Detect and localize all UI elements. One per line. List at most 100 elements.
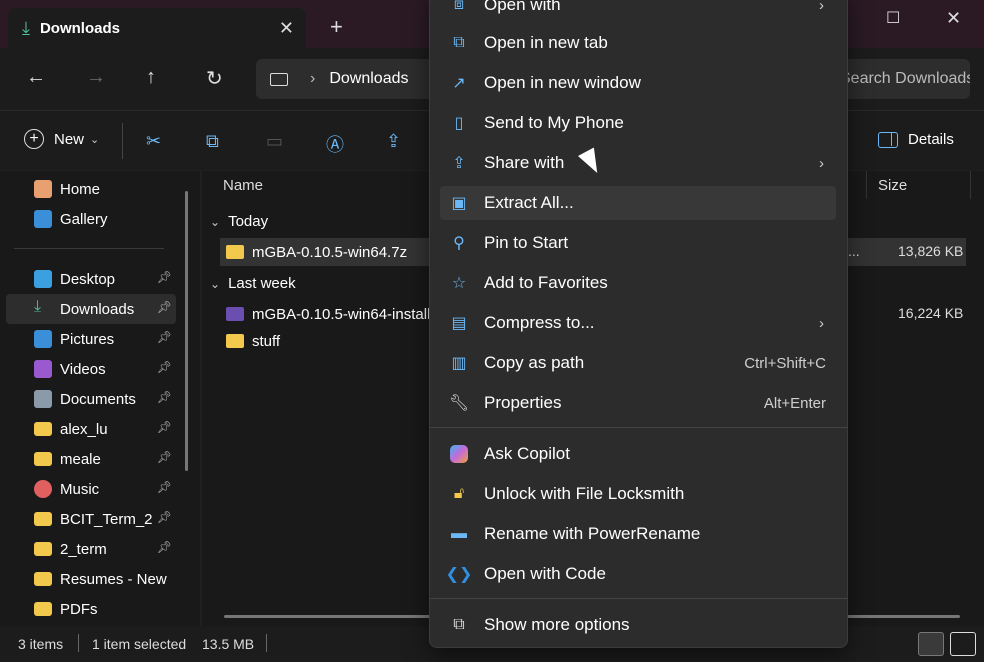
sidebar-item-label: PDFs	[60, 600, 98, 618]
breadcrumb[interactable]: Downloads	[329, 70, 408, 88]
sidebar-item-alex-lu[interactable]: alex_lu 📌︎	[6, 414, 176, 444]
menu-item-power-rename[interactable]: ▬ Rename with PowerRename	[440, 517, 836, 551]
menu-item-compress-to[interactable]: ▤ Compress to... ›	[440, 306, 836, 340]
sidebar-item-documents[interactable]: Documents 📌︎	[6, 384, 176, 414]
address-bar[interactable]: › Downloads	[256, 59, 436, 99]
menu-item-add-to-favorites[interactable]: ☆ Add to Favorites	[440, 266, 836, 300]
menu-item-open-in-new-tab[interactable]: ⧉ Open in new tab	[440, 26, 836, 60]
menu-item-copy-as-path[interactable]: ▥ Copy as path Ctrl+Shift+C	[440, 346, 836, 380]
folder-icon	[34, 602, 52, 616]
menu-item-ask-copilot[interactable]: Ask Copilot	[440, 437, 836, 471]
new-label: New	[54, 130, 85, 148]
menu-item-file-locksmith[interactable]: 🔓︎ Unlock with File Locksmith	[440, 477, 836, 511]
maximize-button[interactable]: ☐	[886, 8, 900, 28]
open-with-icon: ⧈	[453, 0, 465, 13]
videos-icon	[34, 360, 52, 378]
menu-item-label: Open in new tab	[484, 33, 608, 52]
menu-item-label: Show more options	[484, 615, 630, 634]
pin-icon[interactable]: 📌︎	[157, 510, 172, 524]
rename-icon[interactable]: Ⓐ	[326, 131, 344, 157]
column-divider[interactable]	[970, 171, 971, 199]
sidebar-item-resumes-new[interactable]: Resumes - New	[6, 564, 176, 594]
chevron-down-icon: ⌄	[210, 277, 221, 291]
column-divider[interactable]	[866, 171, 867, 199]
column-header-size[interactable]: Size	[878, 177, 907, 194]
up-arrow-icon[interactable]: ↑	[146, 66, 156, 89]
group-header-today[interactable]: ⌄ Today	[210, 213, 268, 230]
new-button[interactable]: + New ⌄	[24, 129, 99, 149]
group-header-last-week[interactable]: ⌄ Last week	[210, 275, 296, 292]
search-input[interactable]: Search Downloads	[840, 59, 970, 99]
copy-icon[interactable]: ⧉	[206, 131, 219, 152]
lock-icon: 🔓︎	[453, 485, 465, 502]
sidebar-item-home[interactable]: Home	[6, 174, 176, 204]
menu-item-show-more-options[interactable]: ⧉ Show more options	[440, 608, 836, 642]
sidebar-item-gallery[interactable]: Gallery	[6, 204, 176, 234]
pin-icon[interactable]: 📌︎	[157, 270, 172, 284]
new-tab-button[interactable]: +	[330, 14, 343, 40]
menu-item-label: Properties	[484, 393, 562, 412]
pin-icon[interactable]: 📌︎	[157, 360, 172, 374]
sidebar-item-label: BCIT_Term_2	[60, 510, 153, 528]
column-header-name[interactable]: Name	[223, 177, 263, 194]
sidebar-item-downloads[interactable]: ⤓ Downloads 📌︎	[6, 294, 176, 324]
pin-icon[interactable]: 📌︎	[157, 420, 172, 434]
menu-item-share-with[interactable]: ⇪ Share with ›	[440, 146, 836, 180]
menu-divider	[430, 598, 847, 599]
toolbar-divider	[122, 123, 123, 159]
pin-icon[interactable]: 📌︎	[157, 330, 172, 344]
menu-item-pin-to-start[interactable]: ⚲ Pin to Start	[440, 226, 836, 260]
new-tab-icon: ⧉	[453, 34, 465, 51]
share-icon[interactable]: ⇪	[386, 131, 401, 152]
phone-icon: ▯	[454, 115, 464, 132]
menu-item-properties[interactable]: 🔧︎ Properties Alt+Enter	[440, 386, 836, 420]
cut-icon[interactable]: ✂	[146, 131, 161, 152]
menu-item-label: Share with	[484, 153, 565, 172]
menu-divider	[430, 427, 847, 428]
sidebar-item-label: 2_term	[60, 540, 107, 558]
sidebar-item-meale[interactable]: meale 📌︎	[6, 444, 176, 474]
file-name: mGBA-0.10.5-win64.7z	[252, 243, 408, 261]
file-size-partial: ...	[848, 243, 860, 259]
sidebar-item-bcit-term-2[interactable]: BCIT_Term_2 📌︎	[6, 504, 176, 534]
pin-icon[interactable]: 📌︎	[157, 450, 172, 464]
chevron-right-icon: ›	[819, 314, 824, 332]
menu-item-open-with[interactable]: ⧈ Open with ›	[440, 0, 836, 22]
sidebar-item-desktop[interactable]: Desktop 📌︎	[6, 264, 176, 294]
details-button[interactable]: Details	[878, 131, 954, 148]
forward-arrow-icon[interactable]: →	[86, 66, 106, 89]
menu-item-label: Open with	[484, 0, 561, 14]
sidebar-item-pictures[interactable]: Pictures 📌︎	[6, 324, 176, 354]
sidebar-item-videos[interactable]: Videos 📌︎	[6, 354, 176, 384]
tab-close-icon[interactable]: ✕	[279, 18, 294, 39]
pin-icon[interactable]: 📌︎	[157, 480, 172, 494]
details-view-icon[interactable]	[918, 632, 944, 656]
menu-item-open-with-code[interactable]: ❮❯ Open with Code	[440, 557, 836, 591]
tab-downloads[interactable]: ⤓ Downloads ✕	[8, 8, 306, 48]
sidebar-item-label: Music	[60, 480, 100, 498]
download-icon: ⤓	[22, 17, 30, 38]
paste-icon[interactable]: ▭	[266, 131, 283, 152]
download-icon: ⤓	[34, 298, 42, 315]
navigation-pane: Home Gallery Desktop 📌︎ ⤓ Downloads 📌︎ P…	[0, 171, 200, 626]
pin-icon[interactable]: 📌︎	[157, 540, 172, 554]
menu-item-send-to-phone[interactable]: ▯ Send to My Phone	[440, 106, 836, 140]
pictures-icon	[34, 330, 52, 348]
chevron-right-icon: ›	[819, 154, 824, 172]
large-icons-view-icon[interactable]	[950, 632, 976, 656]
menu-item-label: Extract All...	[484, 193, 574, 212]
pin-icon[interactable]: 📌︎	[157, 300, 172, 314]
status-divider	[266, 634, 267, 652]
close-window-button[interactable]: ✕	[946, 8, 961, 29]
pin-icon[interactable]: 📌︎	[157, 390, 172, 404]
sidebar-item-pdfs[interactable]: PDFs	[6, 594, 176, 624]
refresh-icon[interactable]: ↻	[206, 66, 223, 91]
menu-item-extract-all[interactable]: ▣ Extract All...	[440, 186, 836, 220]
back-arrow-icon[interactable]: ←	[26, 66, 46, 89]
compress-icon: ▤	[451, 315, 467, 332]
sidebar-scrollbar[interactable]	[185, 191, 188, 471]
menu-item-open-in-new-window[interactable]: ↗ Open in new window	[440, 66, 836, 100]
sidebar-item-music[interactable]: Music 📌︎	[6, 474, 176, 504]
sidebar-item-2-term[interactable]: 2_term 📌︎	[6, 534, 176, 564]
sidebar-item-label: alex_lu	[60, 420, 108, 438]
